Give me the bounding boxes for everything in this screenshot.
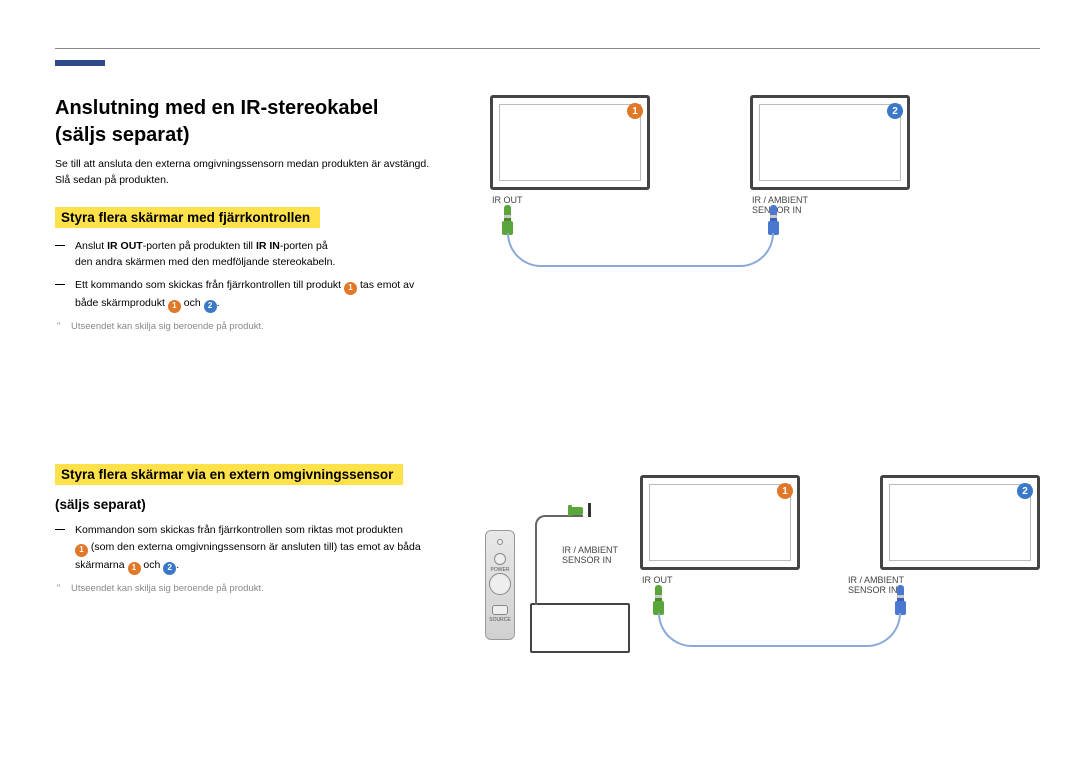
cable (507, 233, 774, 267)
t: tas emot av (357, 279, 414, 291)
header-accent-bar (55, 60, 105, 66)
circle-1-icon: 1 (344, 282, 357, 295)
screen1-badge: 1 (627, 103, 643, 119)
plug-icon (568, 504, 583, 517)
label-ir-out-b: IR OUT (642, 575, 673, 585)
t: SENSOR IN (562, 555, 612, 565)
circle-2-icon: 2 (204, 300, 217, 313)
screen-1b (640, 475, 800, 570)
section2-bullets: ― Kommandon som skickas från fjärrkontro… (55, 522, 485, 596)
title-line1: Anslutning med en IR-stereokabel (55, 97, 378, 119)
plug-stop (588, 503, 591, 517)
t: . (176, 559, 179, 571)
screen2-badge: 2 (887, 103, 903, 119)
label-ir-ambient-left: IR / AMBIENTSENSOR IN (562, 545, 618, 565)
jack-blue-icon-b (895, 585, 906, 615)
screen-2b (880, 475, 1040, 570)
section2-title: Styra flera skärmar via en extern omgivn… (55, 464, 403, 485)
t: och (181, 297, 204, 309)
remote-source-btn (492, 605, 508, 615)
t: IR / AMBIENT (752, 195, 808, 205)
circle-1-icon: 1 (168, 300, 181, 313)
sensor-box (530, 603, 630, 653)
section1-note: " Utseendet kan skilja sig beroende på p… (57, 319, 485, 334)
section1-title: Styra flera skärmar med fjärrkontrollen (55, 207, 320, 228)
remote-power-btn (494, 553, 506, 565)
section1-bullets: ― Anslut IR OUT-porten på produkten till… (55, 238, 485, 335)
bullet-marker: ― (55, 238, 75, 272)
note-text: Utseendet kan skilja sig beroende på pro… (71, 581, 264, 596)
t: -porten på produkten till (143, 240, 256, 252)
screen1b-badge: 1 (777, 483, 793, 499)
t: IR / AMBIENT (562, 545, 618, 555)
t: IR / AMBIENT (848, 575, 904, 585)
screen-2 (750, 95, 910, 190)
title-line2: (säljs separat) (55, 124, 190, 146)
remote-dpad (489, 573, 511, 595)
t: SENSOR IN (848, 585, 898, 595)
section2-note: " Utseendet kan skilja sig beroende på p… (57, 581, 485, 596)
jack-green-icon (502, 205, 513, 235)
cable-b (658, 613, 901, 647)
circle-2-icon: 2 (163, 562, 176, 575)
intro-line1: Se till att ansluta den externa omgivnin… (55, 158, 429, 170)
t: (som den externa omgivningssensorn är an… (88, 541, 421, 553)
remote-dot (497, 539, 503, 545)
t: . (217, 297, 220, 309)
bullet-text: Anslut IR OUT-porten på produkten till I… (75, 238, 485, 272)
screen-1 (490, 95, 650, 190)
note-text: Utseendet kan skilja sig beroende på pro… (71, 319, 264, 334)
header-divider (55, 48, 1040, 49)
t: Kommandon som skickas från fjärrkontroll… (75, 524, 403, 536)
section1-bullet2: ― Ett kommando som skickas från fjärrkon… (55, 277, 485, 313)
bullet-marker: ― (55, 277, 75, 313)
t: både skärmprodukt (75, 297, 168, 309)
circle-1-icon: 1 (128, 562, 141, 575)
t: den andra skärmen med den medföljande st… (75, 256, 335, 268)
circle-1-icon: 1 (75, 544, 88, 557)
jack-blue-icon (768, 205, 779, 235)
intro-text: Se till att ansluta den externa omgivnin… (55, 157, 485, 189)
intro-line2: Slå sedan på produkten. (55, 174, 169, 186)
remote-control: POWER SOURCE (485, 530, 515, 640)
section2-bullet: ― Kommandon som skickas från fjärrkontro… (55, 522, 485, 575)
bullet-text: Ett kommando som skickas från fjärrkontr… (75, 277, 485, 313)
label-ir-out: IR OUT (492, 195, 523, 205)
remote-source-label: SOURCE (489, 617, 510, 623)
t: Anslut (75, 240, 107, 252)
t: -porten på (280, 240, 328, 252)
label-ir-ambient: IR / AMBIENTSENSOR IN (752, 195, 808, 215)
jack-green-icon-b (653, 585, 664, 615)
t: skärmarna (75, 559, 128, 571)
note-icon: " (57, 581, 71, 596)
t: IR IN (256, 240, 280, 252)
t: Ett kommando som skickas från fjärrkontr… (75, 279, 344, 291)
bullet-marker: ― (55, 522, 75, 575)
section1-bullet1: ― Anslut IR OUT-porten på produkten till… (55, 238, 485, 272)
t: och (141, 559, 164, 571)
t: IR OUT (107, 240, 143, 252)
diagram-1: 1 IR OUT 2 IR / AMBIENTSENSOR IN (490, 95, 1050, 295)
note-icon: " (57, 319, 71, 334)
screen2b-badge: 2 (1017, 483, 1033, 499)
bullet-text: Kommandon som skickas från fjärrkontroll… (75, 522, 485, 575)
diagram-2: POWER SOURCE 1 IR / AMBIENTSENSOR IN IR … (460, 475, 1060, 695)
